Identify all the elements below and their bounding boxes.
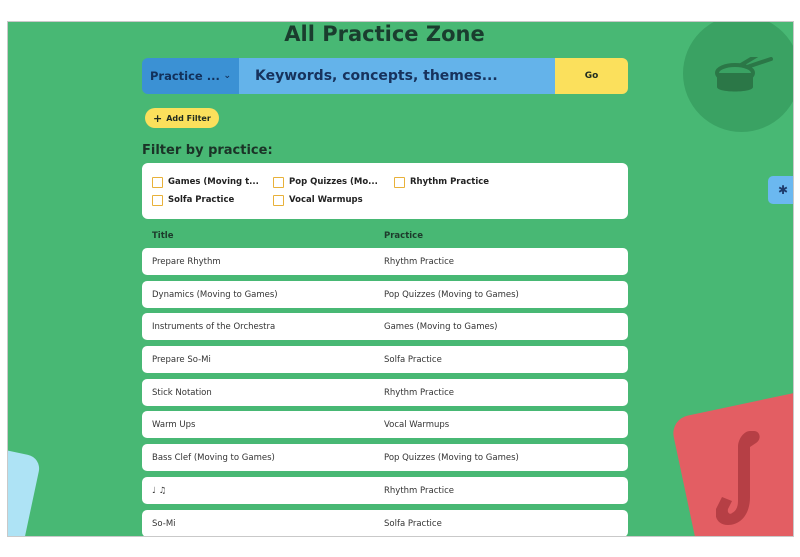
table-row[interactable]: Warm Ups Vocal Warmups — [142, 411, 628, 439]
row-practice: Rhythm Practice — [384, 485, 454, 496]
filter-option-label: Rhythm Practice — [410, 177, 490, 187]
row-practice: Vocal Warmups — [384, 420, 450, 431]
row-title: Stick Notation — [152, 387, 212, 398]
practice-select[interactable]: Practice ... ⌄ — [142, 58, 239, 94]
filter-option-label: Solfa Practice — [168, 195, 235, 205]
table-row[interactable]: Bass Clef (Moving to Games) Pop Quizzes (… — [142, 444, 628, 472]
row-practice: Solfa Practice — [384, 518, 442, 529]
row-practice: Games (Moving to Games) — [384, 322, 498, 333]
filter-heading: Filter by practice: — [142, 143, 273, 158]
table-row[interactable]: Prepare Rhythm Rhythm Practice — [142, 248, 628, 275]
row-title: So-Mi — [152, 518, 176, 529]
table-row[interactable]: Stick Notation Rhythm Practice — [142, 378, 628, 406]
drum-icon — [715, 57, 773, 92]
chevron-down-icon: ⌄ — [223, 71, 231, 81]
filter-option-label: Pop Quizzes (Mo... — [289, 177, 378, 187]
checkbox-icon[interactable] — [152, 176, 163, 188]
go-button-label: Go — [584, 71, 599, 81]
column-header-title[interactable]: Title — [152, 231, 173, 241]
filter-option-games[interactable]: Games (Moving t... — [152, 173, 273, 191]
row-title: Warm Ups — [152, 420, 196, 431]
blue-corner-decoration — [8, 444, 42, 536]
row-practice: Solfa Practice — [384, 355, 442, 366]
practice-zone-page: ✱ All Practice Zone Practice ... ⌄ Keywo… — [7, 21, 794, 537]
filter-option-label: Vocal Warmups — [289, 195, 363, 205]
filter-option-rhythm-practice[interactable]: Rhythm Practice — [394, 173, 515, 191]
checkbox-icon[interactable] — [273, 176, 284, 188]
row-practice: Pop Quizzes (Moving to Games) — [384, 453, 519, 464]
table-row[interactable]: So-Mi Solfa Practice — [142, 509, 628, 536]
row-title: Instruments of the Orchestra — [152, 322, 276, 333]
practice-select-label: Practice ... — [150, 69, 220, 83]
filter-option-label: Games (Moving t... — [168, 177, 259, 187]
row-title: Bass Clef (Moving to Games) — [152, 453, 275, 464]
filter-option-pop-quizzes[interactable]: Pop Quizzes (Mo... — [273, 173, 394, 191]
checkbox-icon[interactable] — [394, 176, 405, 188]
practice-table: Prepare Rhythm Rhythm Practice Dynamics (… — [142, 248, 628, 536]
plus-icon: + — [153, 111, 163, 125]
side-tab-button[interactable]: ✱ — [768, 176, 793, 204]
row-practice: Pop Quizzes (Moving to Games) — [384, 289, 519, 300]
keyword-search-input[interactable]: Keywords, concepts, themes... — [239, 58, 555, 94]
filter-options-panel: Games (Moving t... Pop Quizzes (Mo... Rh… — [142, 163, 628, 219]
bug-icon: ✱ — [777, 183, 789, 197]
row-practice: Rhythm Practice — [384, 387, 454, 398]
table-row[interactable]: Dynamics (Moving to Games) Pop Quizzes (M… — [142, 280, 628, 308]
row-title: Prepare So-Mi — [152, 355, 211, 366]
row-title: ♩ ♫ — [152, 485, 167, 496]
table-row[interactable]: Prepare So-Mi Solfa Practice — [142, 346, 628, 374]
filter-option-solfa-practice[interactable]: Solfa Practice — [152, 191, 273, 209]
add-filter-label: Add Filter — [166, 113, 211, 123]
keyword-search-placeholder: Keywords, concepts, themes... — [255, 68, 498, 84]
page-title: All Practice Zone — [284, 22, 485, 46]
column-header-practice[interactable]: Practice — [384, 231, 423, 241]
go-button[interactable]: Go — [555, 58, 628, 94]
row-practice: Rhythm Practice — [384, 257, 454, 267]
row-title: Dynamics (Moving to Games) — [152, 289, 278, 300]
filter-option-vocal-warmups[interactable]: Vocal Warmups — [273, 191, 394, 209]
row-title: Prepare Rhythm — [152, 257, 221, 267]
saxophone-icon — [716, 431, 760, 525]
add-filter-button[interactable]: + Add Filter — [145, 108, 219, 128]
checkbox-icon[interactable] — [152, 194, 163, 206]
table-row[interactable]: Instruments of the Orchestra Games (Movin… — [142, 313, 628, 341]
checkbox-icon[interactable] — [273, 194, 284, 206]
table-row[interactable]: ♩ ♫ Rhythm Practice — [142, 476, 628, 504]
search-bar: Practice ... ⌄ Keywords, concepts, theme… — [142, 58, 628, 94]
